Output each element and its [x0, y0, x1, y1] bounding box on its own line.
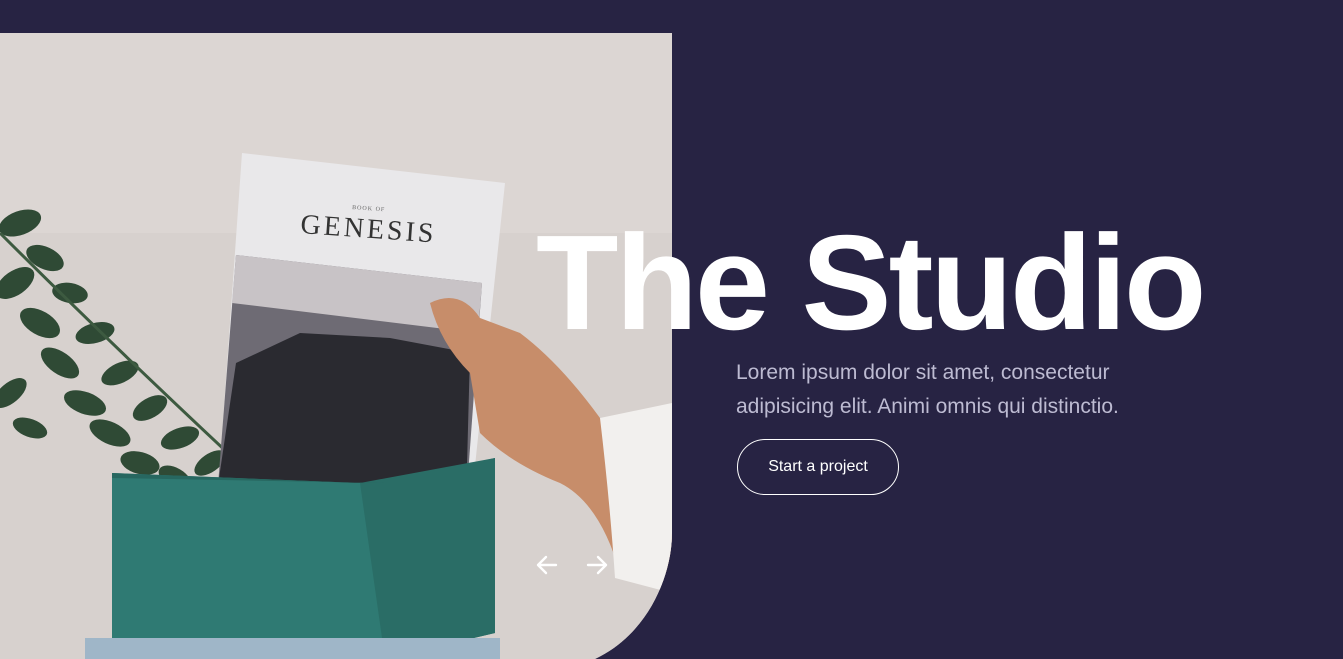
arrow-right-icon	[586, 555, 608, 575]
slider-prev-button[interactable]	[534, 552, 560, 578]
hero-title: The Studio	[536, 207, 1206, 358]
hero-subtitle: Lorem ipsum dolor sit amet, consectetur …	[736, 361, 1119, 418]
slider-next-button[interactable]	[584, 552, 610, 578]
arrow-left-icon	[536, 555, 558, 575]
start-project-button[interactable]: Start a project	[737, 439, 899, 495]
